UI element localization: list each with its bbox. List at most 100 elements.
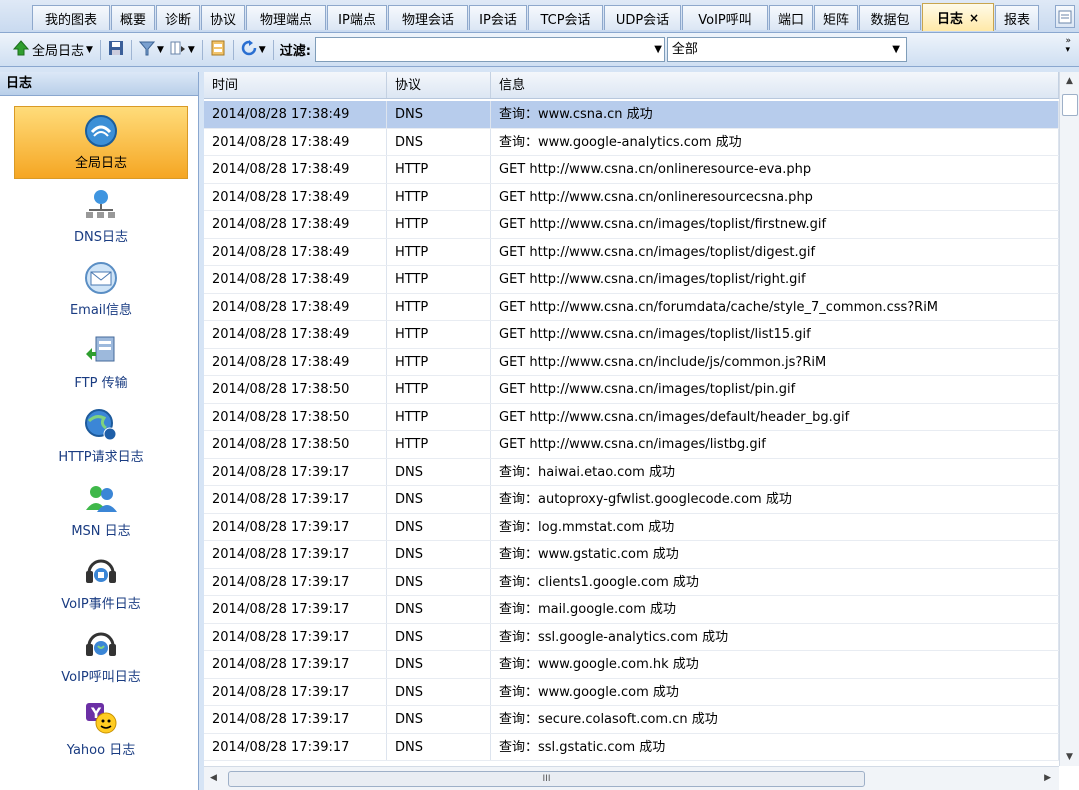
email-icon xyxy=(83,261,119,295)
table-row[interactable]: 2014/08/28 17:38:49 HTTP GET http://www.cs… xyxy=(204,211,1059,239)
table-row[interactable]: 2014/08/28 17:39:17 DNS 查询：haiwai.etao.com… xyxy=(204,458,1059,486)
export-button[interactable] xyxy=(207,37,229,63)
scroll-thumb[interactable] xyxy=(1062,94,1078,116)
sidebar-item-voip-call-log[interactable]: VoIP呼叫日志 xyxy=(14,620,188,693)
sidebar-item-dns-log[interactable]: DNS日志 xyxy=(14,180,188,253)
tab-logs[interactable]: 日志 × xyxy=(922,3,994,31)
scroll-thumb[interactable]: III xyxy=(228,771,865,787)
time-cell: 2014/08/28 17:39:17 xyxy=(204,623,387,650)
close-icon[interactable]: × xyxy=(969,11,979,25)
column-settings-button[interactable]: ▼ xyxy=(167,37,198,63)
tab-matrix[interactable]: 矩阵 xyxy=(814,5,858,30)
tab-reports[interactable]: 报表 xyxy=(995,5,1039,30)
tab-label: 数据包 xyxy=(870,12,910,28)
global-log-button[interactable]: 全局日志 ▼ xyxy=(10,37,96,63)
tab-protocol[interactable]: 协议 xyxy=(201,5,245,30)
protocol-cell: DNS xyxy=(387,486,491,513)
column-header-time[interactable]: 时间 xyxy=(204,72,387,98)
sidebar-item-global-log[interactable]: 全局日志 xyxy=(14,106,188,179)
tab-ports[interactable]: 端口 xyxy=(769,5,813,30)
sidebar-item-voip-event-log[interactable]: VoIP事件日志 xyxy=(14,547,188,620)
column-header-protocol[interactable]: 协议 xyxy=(387,72,491,98)
table-row[interactable]: 2014/08/28 17:38:49 HTTP GET http://www.cs… xyxy=(204,266,1059,294)
table-row[interactable]: 2014/08/28 17:39:17 DNS 查询：mail.google.com… xyxy=(204,596,1059,624)
info-cell: GET http://www.csna.cn/images/toplist/fi… xyxy=(491,211,1059,238)
sidebar-item-ftp[interactable]: FTP 传输 xyxy=(14,326,188,399)
table-row[interactable]: 2014/08/28 17:39:17 DNS 查询：ssl.gstatic.com… xyxy=(204,733,1059,761)
scroll-right-icon[interactable]: ▶ xyxy=(1044,773,1051,783)
time-cell: 2014/08/28 17:39:17 xyxy=(204,706,387,733)
scroll-up-icon[interactable]: ▲ xyxy=(1066,76,1073,86)
scroll-left-icon[interactable]: ◀ xyxy=(210,773,217,783)
scroll-grip: III xyxy=(542,774,551,784)
column-header-info[interactable]: 信息 xyxy=(491,72,1059,98)
tab-diagnosis[interactable]: 诊断 xyxy=(156,5,200,30)
tab-my-charts[interactable]: 我的图表 xyxy=(32,5,110,30)
table-row[interactable]: 2014/08/28 17:39:17 DNS 查询：ssl.google-anal… xyxy=(204,623,1059,651)
table-row[interactable]: 2014/08/28 17:38:49 DNS 查询：www.google-anal… xyxy=(204,128,1059,156)
vertical-scrollbar[interactable]: ▲ ▼ xyxy=(1059,72,1079,766)
table-row[interactable]: 2014/08/28 17:38:50 HTTP GET http://www.cs… xyxy=(204,431,1059,459)
scope-select[interactable]: 全部 ▼ xyxy=(666,37,907,62)
sidebar-item-email[interactable]: Email信息 xyxy=(14,253,188,326)
table-row[interactable]: 2014/08/28 17:39:17 DNS 查询：log.mmstat.com … xyxy=(204,513,1059,541)
voip-event-headset-icon xyxy=(83,555,119,589)
chevron-down-icon[interactable]: ▼ xyxy=(892,38,900,61)
tab-label: 矩阵 xyxy=(822,12,849,28)
table-row[interactable]: 2014/08/28 17:38:50 HTTP GET http://www.cs… xyxy=(204,376,1059,404)
table-row[interactable]: 2014/08/28 17:39:17 DNS 查询：clients1.google… xyxy=(204,568,1059,596)
grid-body: 2014/08/28 17:38:49 DNS 查询：www.csna.cn 成功 2… xyxy=(204,101,1059,766)
info-cell: GET http://www.csna.cn/images/toplist/di… xyxy=(491,238,1059,265)
filter-label: 过滤: xyxy=(279,44,311,59)
filter-settings-button[interactable]: ▼ xyxy=(136,37,167,63)
tab-physical-sessions[interactable]: 物理会话 xyxy=(388,5,468,30)
sidebar-item-label: Email信息 xyxy=(69,303,133,318)
tab-voip-calls[interactable]: VoIP呼叫 xyxy=(682,5,768,30)
tab-packets[interactable]: 数据包 xyxy=(859,5,921,30)
time-cell: 2014/08/28 17:39:17 xyxy=(204,513,387,540)
horizontal-scrollbar[interactable]: ◀ III ▶ xyxy=(204,766,1059,790)
info-cell: GET http://www.csna.cn/include/js/common… xyxy=(491,348,1059,375)
tab-summary[interactable]: 概要 xyxy=(111,5,155,30)
chevron-down-icon: ▼ xyxy=(258,44,266,55)
table-row[interactable]: 2014/08/28 17:39:17 DNS 查询：secure.colasoft… xyxy=(204,706,1059,734)
table-row[interactable]: 2014/08/28 17:38:49 DNS 查询：www.csna.cn 成功 xyxy=(204,101,1059,129)
table-row[interactable]: 2014/08/28 17:38:49 HTTP GET http://www.cs… xyxy=(204,321,1059,349)
tab-udp-sessions[interactable]: UDP会话 xyxy=(604,5,681,30)
table-row[interactable]: 2014/08/28 17:38:49 HTTP GET http://www.cs… xyxy=(204,156,1059,184)
tab-ip-endpoints[interactable]: IP端点 xyxy=(327,5,387,30)
save-icon xyxy=(108,40,124,60)
info-cell: 查询：log.mmstat.com 成功 xyxy=(491,513,1059,540)
chevron-down-icon: ▼ xyxy=(156,44,164,55)
save-button[interactable] xyxy=(105,37,127,63)
toolbar-overflow-icon[interactable]: » ▾ xyxy=(1065,37,1071,55)
time-cell: 2014/08/28 17:38:49 xyxy=(204,183,387,210)
scroll-down-icon[interactable]: ▼ xyxy=(1066,752,1073,762)
tab-list-icon[interactable] xyxy=(1055,5,1075,28)
table-row[interactable]: 2014/08/28 17:39:17 DNS 查询：www.gstatic.com… xyxy=(204,541,1059,569)
table-row[interactable]: 2014/08/28 17:39:17 DNS 查询：www.google.com … xyxy=(204,678,1059,706)
http-globe-icon xyxy=(83,408,119,442)
refresh-button[interactable]: ▼ xyxy=(238,37,269,63)
tab-label: 概要 xyxy=(119,12,146,28)
chevron-down-icon[interactable]: ▼ xyxy=(654,44,662,55)
filter-input[interactable]: ▼ xyxy=(314,37,665,62)
sidebar-item-yahoo-log[interactable]: Y Yahoo 日志 xyxy=(14,693,188,766)
tab-physical-endpoints[interactable]: 物理端点 xyxy=(246,5,326,30)
time-cell: 2014/08/28 17:39:17 xyxy=(204,486,387,513)
table-row[interactable]: 2014/08/28 17:38:50 HTTP GET http://www.cs… xyxy=(204,403,1059,431)
table-row[interactable]: 2014/08/28 17:38:49 HTTP GET http://www.cs… xyxy=(204,293,1059,321)
table-row[interactable]: 2014/08/28 17:39:17 DNS 查询：autoproxy-gfwli… xyxy=(204,486,1059,514)
table-row[interactable]: 2014/08/28 17:38:49 HTTP GET http://www.cs… xyxy=(204,238,1059,266)
tab-tcp-sessions[interactable]: TCP会话 xyxy=(528,5,603,30)
tab-ip-sessions[interactable]: IP会话 xyxy=(469,5,527,30)
table-row[interactable]: 2014/08/28 17:39:17 DNS 查询：www.google.com.… xyxy=(204,651,1059,679)
sidebar-item-http-log[interactable]: HTTP请求日志 xyxy=(14,400,188,473)
time-cell: 2014/08/28 17:39:17 xyxy=(204,733,387,760)
sidebar-item-label: DNS日志 xyxy=(74,230,128,245)
table-row[interactable]: 2014/08/28 17:38:49 HTTP GET http://www.cs… xyxy=(204,348,1059,376)
up-arrow-icon xyxy=(12,39,30,60)
sidebar-item-msn-log[interactable]: MSN 日志 xyxy=(14,474,188,547)
table-row[interactable]: 2014/08/28 17:38:49 HTTP GET http://www.cs… xyxy=(204,183,1059,211)
tab-label: 物理会话 xyxy=(401,12,454,28)
